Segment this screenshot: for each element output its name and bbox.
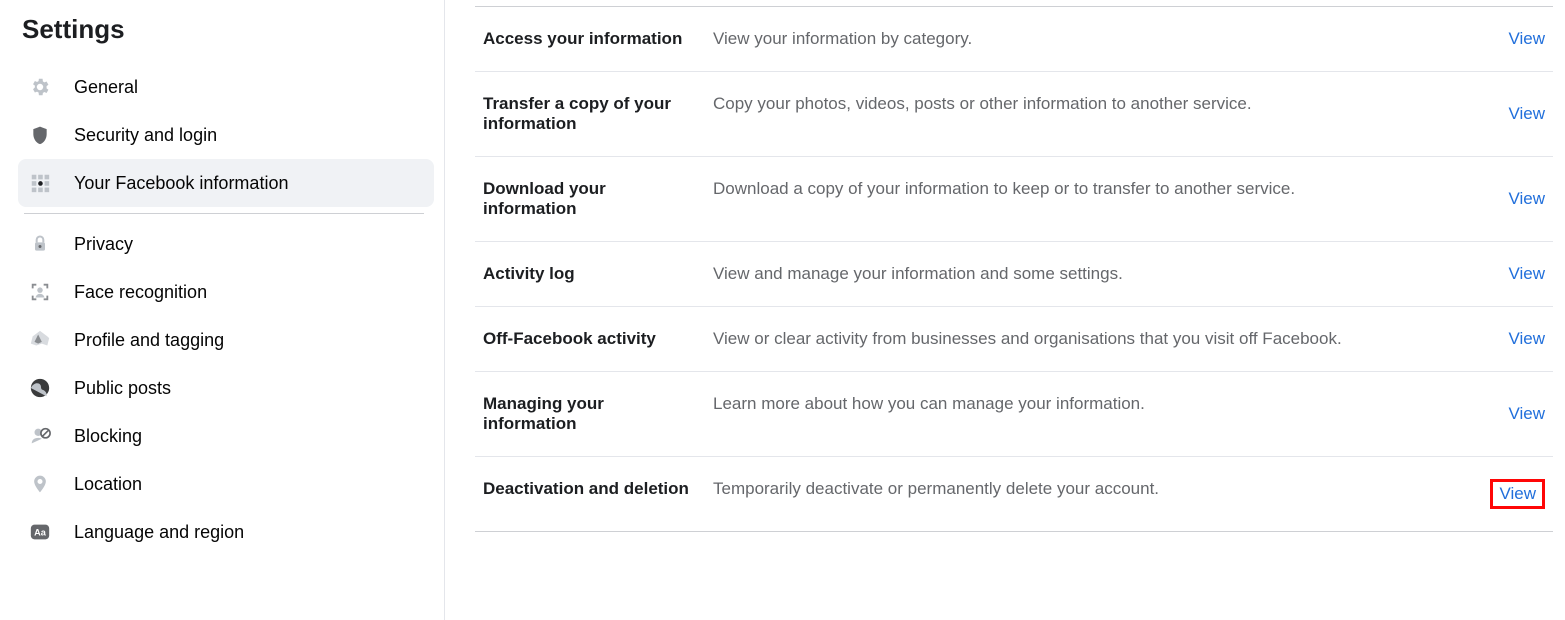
view-link-transfer[interactable]: View bbox=[1508, 104, 1545, 124]
setting-description: Temporarily deactivate or permanently de… bbox=[713, 479, 1490, 499]
gear-icon bbox=[28, 75, 52, 99]
setting-title: Deactivation and deletion bbox=[483, 479, 713, 499]
sidebar-item-location[interactable]: Location bbox=[18, 460, 434, 508]
view-link-access[interactable]: View bbox=[1508, 29, 1545, 49]
row-off-facebook: Off-Facebook activity View or clear acti… bbox=[475, 307, 1553, 372]
tag-icon bbox=[28, 328, 52, 352]
sidebar-item-label: Face recognition bbox=[74, 282, 424, 303]
language-icon: Aa bbox=[28, 520, 52, 544]
setting-title: Managing your information bbox=[483, 394, 713, 434]
sidebar-item-label: Language and region bbox=[74, 522, 424, 543]
sidebar-item-label: Security and login bbox=[74, 125, 424, 146]
blocking-icon bbox=[28, 424, 52, 448]
sidebar-item-security[interactable]: Security and login bbox=[18, 111, 434, 159]
setting-description: View your information by category. bbox=[713, 29, 1508, 49]
face-recognition-icon bbox=[28, 280, 52, 304]
sidebar-item-profile-tagging[interactable]: Profile and tagging bbox=[18, 316, 434, 364]
sidebar-title: Settings bbox=[18, 14, 444, 45]
sidebar-item-privacy[interactable]: Privacy bbox=[18, 220, 434, 268]
lock-icon bbox=[28, 232, 52, 256]
sidebar-item-language[interactable]: Aa Language and region bbox=[18, 508, 434, 556]
view-link-activity-log[interactable]: View bbox=[1508, 264, 1545, 284]
grid-icon bbox=[28, 171, 52, 195]
row-deactivation: Deactivation and deletion Temporarily de… bbox=[475, 457, 1553, 532]
row-managing-info: Managing your information Learn more abo… bbox=[475, 372, 1553, 457]
sidebar-item-label: General bbox=[74, 77, 424, 98]
view-link-deactivation[interactable]: View bbox=[1490, 479, 1545, 509]
sidebar-item-face-recognition[interactable]: Face recognition bbox=[18, 268, 434, 316]
main-content: Access your information View your inform… bbox=[445, 0, 1565, 620]
sidebar-item-label: Public posts bbox=[74, 378, 424, 399]
setting-title: Transfer a copy of your information bbox=[483, 94, 713, 134]
setting-description: View and manage your information and som… bbox=[713, 264, 1508, 284]
svg-text:Aa: Aa bbox=[34, 528, 47, 538]
sidebar-item-your-info[interactable]: Your Facebook information bbox=[18, 159, 434, 207]
sidebar-item-label: Blocking bbox=[74, 426, 424, 447]
row-activity-log: Activity log View and manage your inform… bbox=[475, 242, 1553, 307]
setting-description: Learn more about how you can manage your… bbox=[713, 394, 1508, 414]
setting-description: Download a copy of your information to k… bbox=[713, 179, 1508, 199]
shield-icon bbox=[28, 123, 52, 147]
view-link-managing[interactable]: View bbox=[1508, 404, 1545, 424]
row-transfer-copy: Transfer a copy of your information Copy… bbox=[475, 72, 1553, 157]
view-link-download[interactable]: View bbox=[1508, 189, 1545, 209]
row-access-information: Access your information View your inform… bbox=[475, 6, 1553, 72]
sidebar-item-label: Privacy bbox=[74, 234, 424, 255]
setting-description: View or clear activity from businesses a… bbox=[713, 329, 1508, 349]
setting-description: Copy your photos, videos, posts or other… bbox=[713, 94, 1508, 114]
setting-title: Access your information bbox=[483, 29, 713, 49]
view-link-off-facebook[interactable]: View bbox=[1508, 329, 1545, 349]
menu-divider bbox=[24, 213, 424, 214]
sidebar: Settings General Security and login Your… bbox=[0, 0, 445, 620]
globe-icon bbox=[28, 376, 52, 400]
sidebar-item-label: Location bbox=[74, 474, 424, 495]
row-download-info: Download your information Download a cop… bbox=[475, 157, 1553, 242]
sidebar-item-label: Profile and tagging bbox=[74, 330, 424, 351]
sidebar-item-blocking[interactable]: Blocking bbox=[18, 412, 434, 460]
sidebar-item-label: Your Facebook information bbox=[74, 173, 424, 194]
setting-title: Download your information bbox=[483, 179, 713, 219]
setting-title: Off-Facebook activity bbox=[483, 329, 713, 349]
location-pin-icon bbox=[28, 472, 52, 496]
sidebar-item-public-posts[interactable]: Public posts bbox=[18, 364, 434, 412]
setting-title: Activity log bbox=[483, 264, 713, 284]
sidebar-item-general[interactable]: General bbox=[18, 63, 434, 111]
